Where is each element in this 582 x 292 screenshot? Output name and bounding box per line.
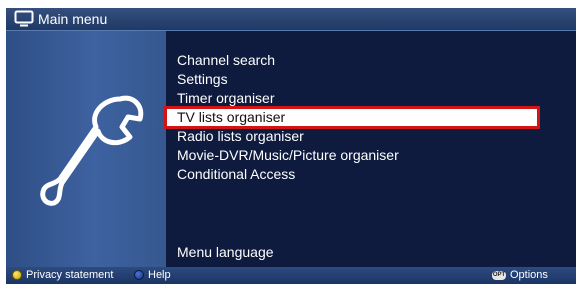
title-bar: Main menu bbox=[6, 8, 576, 31]
blue-key-icon bbox=[134, 270, 144, 280]
menu-item-radio-lists-organiser[interactable]: Radio lists organiser bbox=[166, 127, 538, 146]
page-title: Main menu bbox=[38, 11, 108, 27]
menu-item-channel-search[interactable]: Channel search bbox=[166, 51, 538, 70]
menu-item-settings[interactable]: Settings bbox=[166, 70, 538, 89]
yellow-key-icon bbox=[12, 270, 22, 280]
tv-icon bbox=[14, 10, 34, 27]
tv-screen: Main menu Channel search Settings Timer … bbox=[6, 8, 576, 284]
menu-item-tv-lists-organiser[interactable]: TV lists organiser bbox=[164, 106, 540, 129]
footer-bar: Privacy statement Help OPT Options bbox=[6, 267, 576, 284]
menu-item-timer-organiser[interactable]: Timer organiser bbox=[166, 89, 538, 108]
left-panel bbox=[6, 31, 166, 267]
opt-key-icon: OPT bbox=[492, 271, 506, 280]
menu-item-menu-language[interactable]: Menu language bbox=[177, 243, 274, 262]
privacy-statement-label: Privacy statement bbox=[26, 269, 114, 281]
options-label: Options bbox=[510, 269, 548, 281]
menu-area: Channel search Settings Timer organiser … bbox=[164, 31, 576, 267]
help-label: Help bbox=[148, 269, 171, 281]
menu-list: Channel search Settings Timer organiser … bbox=[164, 51, 540, 184]
menu-item-movie-dvr-organiser[interactable]: Movie-DVR/Music/Picture organiser bbox=[166, 146, 538, 165]
menu-item-conditional-access[interactable]: Conditional Access bbox=[166, 165, 538, 184]
wrench-icon bbox=[40, 95, 144, 206]
